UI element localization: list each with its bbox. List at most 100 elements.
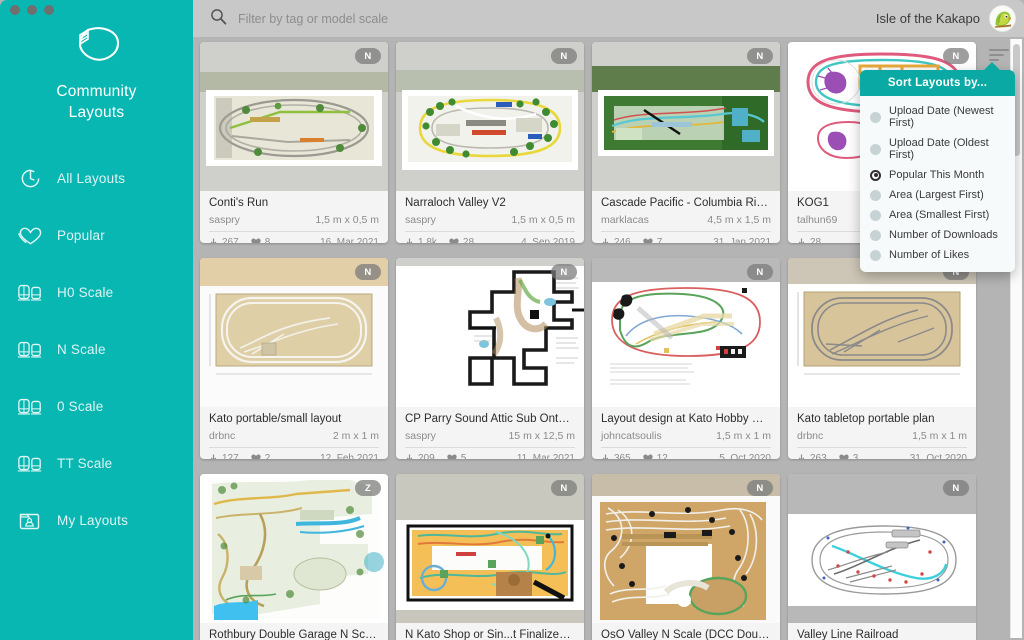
- layout-card[interactable]: N N Kato Shop or Sin...t Finalized 04062…: [396, 474, 584, 640]
- card-stats: 1.8k 28 4. Sep 2019: [405, 231, 575, 243]
- card-thumbnail[interactable]: N: [788, 258, 976, 407]
- radio-button[interactable]: [870, 209, 881, 221]
- card-title: Narraloch Valley V2: [405, 197, 506, 209]
- sort-option-number-of-downloads[interactable]: Number of Downloads: [860, 225, 1015, 245]
- card-thumbnail[interactable]: Z: [200, 474, 388, 623]
- layout-card[interactable]: N Cascade Pacific - Columbia River Gorge…: [592, 42, 780, 243]
- heart-icon: [17, 223, 43, 249]
- downloads-count: 1.8k: [418, 237, 437, 243]
- train-cars-icon: [17, 394, 43, 420]
- window-maximize-button[interactable]: [44, 5, 54, 15]
- card-date: 4. Sep 2019: [521, 237, 575, 243]
- sidebar-item-0-scale[interactable]: 0 Scale: [0, 378, 193, 435]
- card-title: Layout design at Kato Hobby Center: [601, 413, 771, 425]
- scale-badge: N: [355, 48, 381, 64]
- card-author: drbnc: [209, 430, 236, 442]
- card-body: CP Parry Sound Attic Sub Ontario saspry …: [396, 407, 584, 447]
- downloads-stat: 1.8k: [405, 237, 437, 243]
- window-minimize-button[interactable]: [27, 5, 37, 15]
- likes-count: 7: [656, 237, 663, 243]
- sidebar-item-my-layouts[interactable]: My Layouts: [0, 492, 193, 549]
- downloads-count: 263: [810, 453, 827, 459]
- downloads-count: 28: [810, 237, 822, 243]
- search-input[interactable]: [238, 11, 876, 26]
- card-stats: 246 7 31. Jan 2021: [601, 231, 771, 243]
- card-author: saspry: [405, 430, 436, 442]
- sidebar-item-popular[interactable]: Popular: [0, 207, 193, 264]
- sort-option-popular-this-month[interactable]: Popular This Month: [860, 165, 1015, 185]
- download-icon: [602, 238, 609, 243]
- radio-button[interactable]: [870, 189, 881, 201]
- layout-card[interactable]: N Kato portable/small layout drbnc 2 m x…: [200, 258, 388, 459]
- card-thumbnail[interactable]: N: [200, 42, 388, 191]
- radio-button-selected[interactable]: [870, 169, 881, 181]
- user-area[interactable]: Isle of the Kakapo: [876, 5, 1016, 32]
- card-thumbnail[interactable]: N: [592, 258, 780, 407]
- card-body: Cascade Pacific - Columbia River Gorge e…: [592, 191, 780, 231]
- sort-option-upload-date-newest[interactable]: Upload Date (Newest First): [860, 101, 1015, 133]
- card-thumbnail[interactable]: N: [788, 474, 976, 623]
- card-author: drbnc: [797, 430, 824, 442]
- card-thumbnail[interactable]: N: [592, 474, 780, 623]
- sidebar-item-tt-scale[interactable]: TT Scale: [0, 435, 193, 492]
- downloads-stat: 127: [209, 453, 239, 459]
- sidebar-item-label: H0 Scale: [57, 285, 114, 300]
- card-stats: 365 12 5. Oct 2020: [601, 447, 771, 459]
- card-date: 12. Feb 2021: [320, 453, 379, 459]
- sidebar-item-n-scale[interactable]: N Scale: [0, 321, 193, 378]
- sort-option-area-largest[interactable]: Area (Largest First): [860, 185, 1015, 205]
- card-thumbnail[interactable]: N: [592, 42, 780, 191]
- track-plan-preview: [788, 258, 976, 407]
- card-meta: saspry 15 m x 12,5 m: [405, 430, 575, 447]
- heart-icon: [251, 238, 261, 243]
- radio-button[interactable]: [870, 249, 881, 261]
- brand-block: Community Layouts: [0, 22, 193, 123]
- download-icon: [406, 454, 413, 459]
- layout-card[interactable]: N Layout design at Kato Hobby Center joh…: [592, 258, 780, 459]
- sort-option-number-of-likes[interactable]: Number of Likes: [860, 245, 1015, 265]
- heart-icon: [643, 238, 653, 243]
- card-stats: 209 5 11. Mar 2021: [405, 447, 575, 459]
- window-close-button[interactable]: [10, 5, 20, 15]
- layout-card[interactable]: N CP Parry Sound Attic Sub Ontario saspr…: [396, 258, 584, 459]
- sidebar-item-label: All Layouts: [57, 171, 126, 186]
- scale-badge: N: [551, 48, 577, 64]
- card-body: Narraloch Valley V2 saspry 1,5 m x 0,5 m: [396, 191, 584, 231]
- sort-dropdown-menu: Sort Layouts by... Upload Date (Newest F…: [860, 62, 1015, 272]
- downloads-count: 246: [614, 237, 631, 243]
- card-thumbnail[interactable]: N: [396, 42, 584, 191]
- scale-badge: N: [747, 48, 773, 64]
- layout-card[interactable]: N Valley Line Railroad: [788, 474, 976, 640]
- card-body: Valley Line Railroad: [788, 623, 976, 640]
- card-title: Rothbury Double Garage N Scale Layout: [209, 629, 379, 640]
- downloads-stat: 28: [797, 237, 821, 243]
- layout-card[interactable]: Z Rothbury Double Garage N Scale Layout: [200, 474, 388, 640]
- sidebar-item-label: TT Scale: [57, 456, 113, 471]
- radio-button[interactable]: [870, 229, 881, 241]
- sort-option-area-smallest[interactable]: Area (Smallest First): [860, 205, 1015, 225]
- likes-stat: 28: [449, 237, 474, 243]
- card-thumbnail[interactable]: N: [200, 258, 388, 407]
- layout-card[interactable]: N Conti's Run saspry 1,5 m x 0,5 m 267 8…: [200, 42, 388, 243]
- avatar[interactable]: [989, 5, 1016, 32]
- sidebar-item-h0-scale[interactable]: H0 Scale: [0, 264, 193, 321]
- likes-stat: 12: [643, 453, 668, 459]
- sort-option-upload-date-oldest[interactable]: Upload Date (Oldest First): [860, 133, 1015, 165]
- sidebar-item-all-layouts[interactable]: All Layouts: [0, 150, 193, 207]
- card-meta: johncatsoulis 1,5 m x 1 m: [601, 430, 771, 447]
- card-thumbnail[interactable]: N: [396, 474, 584, 623]
- likes-stat: 3: [839, 453, 858, 459]
- card-body: Layout design at Kato Hobby Center johnc…: [592, 407, 780, 447]
- scale-badge: N: [551, 480, 577, 496]
- radio-button[interactable]: [870, 111, 881, 123]
- layout-card[interactable]: N Narraloch Valley V2 saspry 1,5 m x 0,5…: [396, 42, 584, 243]
- layout-card[interactable]: N OsO Valley N Scale (DCC Double Deck): [592, 474, 780, 640]
- radio-button[interactable]: [870, 143, 881, 155]
- download-icon: [798, 238, 805, 243]
- card-body: Rothbury Double Garage N Scale Layout: [200, 623, 388, 640]
- layout-card[interactable]: N Kato tabletop portable plan drbnc 1,5 …: [788, 258, 976, 459]
- downloads-count: 127: [222, 453, 239, 459]
- scale-badge: Z: [355, 480, 381, 496]
- card-body: N Kato Shop or Sin...t Finalized 0406202…: [396, 623, 584, 640]
- card-thumbnail[interactable]: N: [396, 258, 584, 407]
